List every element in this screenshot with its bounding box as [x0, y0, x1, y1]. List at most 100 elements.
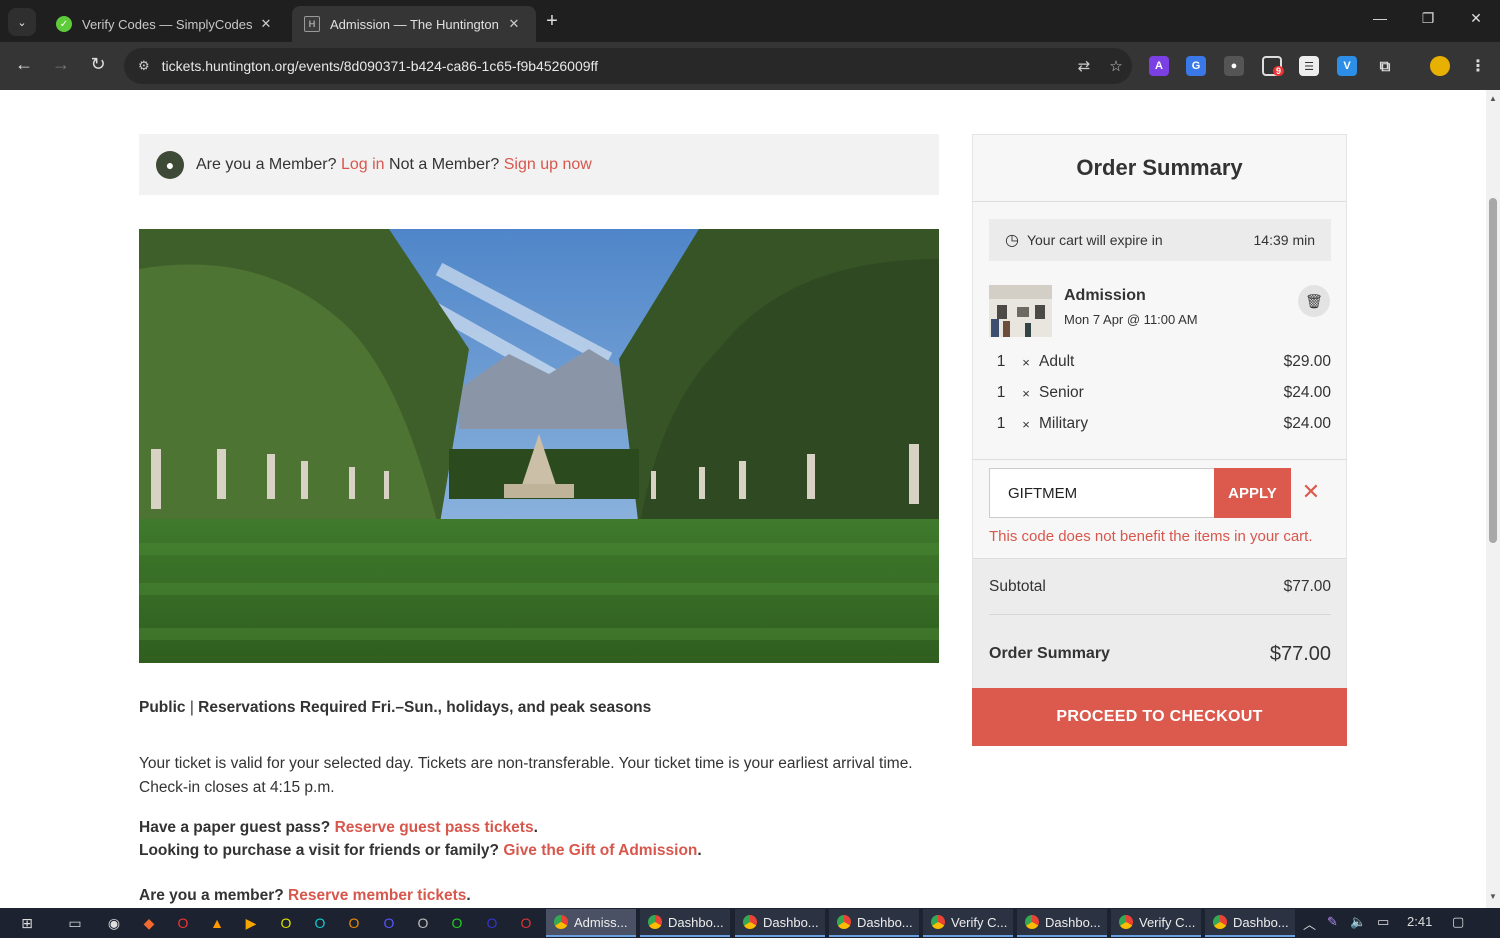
chrome-icon[interactable]: ◉	[104, 913, 124, 933]
clock-icon: ◷	[1005, 232, 1019, 249]
line-name: Military	[1039, 415, 1089, 432]
extension-badge-icon[interactable]: 9	[1262, 56, 1285, 76]
chrome-icon	[554, 915, 568, 929]
new-tab-icon[interactable]: +	[540, 10, 564, 33]
pen-icon[interactable]: ✎	[1327, 914, 1338, 930]
extension-badge-count: 9	[1273, 66, 1285, 76]
scroll-thumb[interactable]	[1489, 198, 1497, 543]
item-date: Mon 7 Apr @ 11:00 AM	[1064, 312, 1198, 327]
extension-puzzle-icon[interactable]: ●	[1224, 56, 1244, 76]
minimize-icon[interactable]: —	[1365, 10, 1395, 26]
address-bar[interactable]: ⚙ tickets.huntington.org/events/8d090371…	[124, 48, 1132, 84]
huntington-favicon-icon: H	[304, 16, 320, 32]
browser-menu-icon[interactable]: ⋮	[1468, 56, 1488, 76]
vlc-icon[interactable]: ▲	[207, 913, 227, 933]
heading-reservations: Reservations Required Fri.–Sun., holiday…	[198, 699, 652, 716]
restore-icon[interactable]: ❐	[1413, 10, 1443, 27]
taskbar-app[interactable]: Verify C...	[923, 909, 1013, 937]
site-info-icon[interactable]: ⚙	[138, 58, 150, 74]
extension-v-icon[interactable]: V	[1337, 56, 1357, 76]
apply-promo-button[interactable]: APPLY	[1214, 468, 1291, 518]
taskbar-clock[interactable]: 2:41	[1407, 914, 1432, 929]
tab-admission[interactable]: H Admission — The Huntington ✕	[292, 6, 536, 42]
scroll-up-icon[interactable]: ▲	[1489, 94, 1497, 103]
profile-avatar[interactable]	[1430, 56, 1450, 76]
close-tab-icon[interactable]: ✕	[256, 16, 276, 32]
opera-gray-icon[interactable]: O	[413, 913, 433, 933]
extension-a-icon[interactable]: A	[1149, 56, 1169, 76]
opera-navy-icon[interactable]: O	[482, 913, 502, 933]
cart-expire-time: 14:39 min	[1253, 232, 1315, 248]
cart-expire-box: ◷ Your cart will expire in 14:39 min	[989, 219, 1331, 261]
member-tickets-line: Are you a member? Reserve member tickets…	[139, 887, 471, 904]
taskbar-app-label: Dashbo...	[763, 914, 819, 930]
gift-line: Looking to purchase a visit for friends …	[139, 842, 702, 859]
opera-red-icon[interactable]: O	[516, 913, 536, 933]
taskbar-app[interactable]: Admiss...	[546, 909, 636, 937]
extension-translate-icon[interactable]: G	[1186, 56, 1206, 76]
reload-icon[interactable]: ↻	[86, 54, 110, 75]
notification-icon[interactable]: ▢	[1452, 914, 1464, 930]
taskbar-app[interactable]: Dashbo...	[640, 909, 730, 937]
proceed-to-checkout-button[interactable]: PROCEED TO CHECKOUT	[972, 688, 1347, 746]
order-line: 1 × Military $24.00	[989, 412, 1331, 436]
extensions-menu-icon[interactable]: ⧉	[1375, 56, 1395, 76]
opera-teal-icon[interactable]: O	[310, 913, 330, 933]
tab-title: Verify Codes — SimplyCodes	[82, 16, 253, 32]
total-label: Order Summary	[989, 645, 1110, 662]
media-player-icon[interactable]: ▶	[241, 913, 261, 933]
tab-search-icon[interactable]: ⌄	[8, 8, 36, 36]
opera-orange-icon[interactable]: O	[344, 913, 364, 933]
line-qty: 1	[996, 384, 1006, 401]
url-text[interactable]: tickets.huntington.org/events/8d090371-b…	[162, 58, 1068, 74]
tab-title: Admission — The Huntington	[330, 16, 499, 32]
close-window-icon[interactable]: ✕	[1461, 10, 1491, 27]
forward-icon[interactable]: →	[49, 54, 73, 75]
opera-blue-icon[interactable]: O	[379, 913, 399, 933]
simplycodes-favicon-icon: ✓	[56, 16, 72, 32]
chrome-icon	[1025, 915, 1039, 929]
tray-chevron-icon[interactable]: ︿	[1303, 914, 1316, 933]
page-scrollbar[interactable]: ▲ ▼	[1486, 90, 1500, 908]
close-tab-icon[interactable]: ✕	[504, 16, 524, 32]
clear-promo-close-icon[interactable]: ✕	[1299, 480, 1323, 504]
line-name: Adult	[1039, 353, 1075, 370]
member-tickets-link[interactable]: Reserve member tickets	[288, 887, 466, 904]
line-name: Senior	[1039, 384, 1084, 401]
gift-question: Looking to purchase a visit for friends …	[139, 842, 500, 859]
start-menu-icon[interactable]: ⊞	[17, 913, 37, 933]
taskbar-app[interactable]: Dashbo...	[1017, 909, 1107, 937]
taskbar-app[interactable]: Dashbo...	[735, 909, 825, 937]
bookmark-star-icon[interactable]: ☆	[1100, 57, 1132, 75]
guest-pass-link[interactable]: Reserve guest pass tickets	[335, 819, 534, 836]
opera-gx-icon[interactable]: O	[276, 913, 296, 933]
back-icon[interactable]: ←	[12, 54, 36, 75]
signup-link[interactable]: Sign up now	[504, 156, 592, 174]
taskbar-app[interactable]: Verify C...	[1111, 909, 1201, 937]
opera-green-icon[interactable]: O	[447, 913, 467, 933]
subtotal-label: Subtotal	[989, 577, 1046, 595]
translate-icon[interactable]: ⇄	[1068, 57, 1100, 75]
login-link[interactable]: Log in	[341, 156, 385, 174]
chrome-icon	[931, 915, 945, 929]
garden-hero-image	[139, 229, 939, 663]
taskbar-app[interactable]: Dashbo...	[1205, 909, 1295, 937]
promo-error-message: This code does not benefit the items in …	[989, 528, 1313, 545]
brave-icon[interactable]: ◆	[139, 913, 159, 933]
subtotal-value: $77.00	[1283, 577, 1331, 595]
order-line: 1 × Adult $29.00	[989, 350, 1331, 374]
admission-thumbnail	[989, 285, 1052, 337]
extension-table-icon[interactable]: ☰	[1299, 56, 1319, 76]
order-line: 1 × Senior $24.00	[989, 381, 1331, 405]
tab-verify-codes[interactable]: ✓ Verify Codes — SimplyCodes ✕	[44, 6, 288, 42]
volume-icon[interactable]: 🔈	[1350, 914, 1366, 930]
opera-icon[interactable]: O	[173, 913, 193, 933]
task-view-icon[interactable]: ▭	[65, 913, 85, 933]
network-icon[interactable]: ▭	[1377, 914, 1389, 930]
promo-code-input[interactable]	[989, 468, 1215, 518]
remove-item-trash-icon[interactable]: 🗑	[1298, 285, 1330, 317]
taskbar-app[interactable]: Dashbo...	[829, 909, 919, 937]
scroll-down-icon[interactable]: ▼	[1489, 892, 1497, 901]
gift-admission-link[interactable]: Give the Gift of Admission	[503, 842, 697, 859]
taskbar-app-label: Verify C...	[951, 914, 1008, 930]
